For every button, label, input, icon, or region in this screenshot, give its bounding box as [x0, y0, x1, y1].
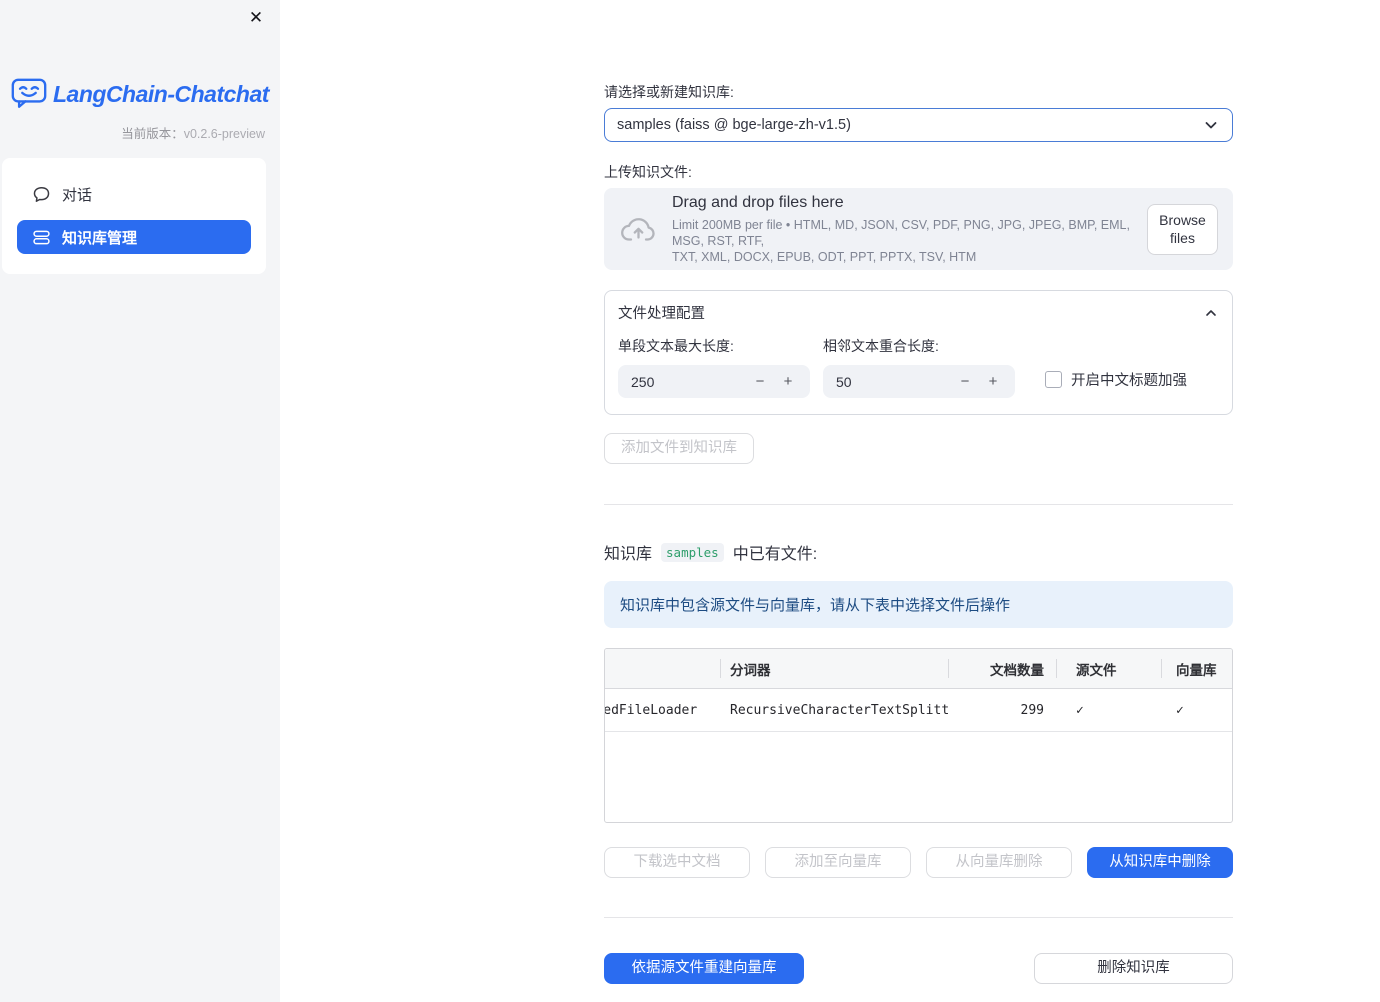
- zh-title-enhance-label[interactable]: 开启中文标题加强: [1071, 369, 1187, 390]
- max-length-increment-button[interactable]: +: [774, 368, 802, 396]
- chevron-down-icon: [1202, 116, 1220, 134]
- version-value: v0.2.6-preview: [183, 127, 265, 141]
- kb-files-heading: 知识库 samples 中已有文件:: [604, 540, 1233, 564]
- file-dropzone[interactable]: Drag and drop files here Limit 200MB per…: [604, 188, 1233, 270]
- sidebar-item-dialogue[interactable]: 对话: [17, 176, 251, 212]
- overlap-length-field: 相邻文本重合长度: 50 − +: [823, 336, 1015, 398]
- column-header-vector-store[interactable]: 向量库: [1161, 649, 1232, 688]
- max-length-field: 单段文本最大长度: 250 − +: [618, 336, 810, 398]
- download-selected-button[interactable]: 下载选中文档: [604, 847, 750, 878]
- upload-label: 上传知识文件:: [604, 164, 692, 180]
- version-info: 当前版本：v0.2.6-preview: [0, 123, 265, 142]
- expander-title: 文件处理配置: [618, 306, 705, 322]
- kb-manage-row: 依据源文件重建向量库 删除知识库: [604, 953, 1233, 984]
- column-header-source-file[interactable]: 源文件: [1056, 649, 1161, 688]
- dropzone-limit-line2: TXT, XML, DOCX, EPUB, ODT, PPT, PPTX, TS…: [672, 249, 977, 264]
- sidebar-item-knowledge-base[interactable]: 知识库管理: [17, 220, 251, 254]
- sidebar-menu: 对话 知识库管理: [2, 158, 266, 274]
- app-window: ✕ LangChain-Chatchat 当前版本：v0.2.6-preview: [0, 0, 1380, 1002]
- speech-bubble-icon: [33, 186, 50, 203]
- overlap-length-input[interactable]: 50 − +: [823, 365, 1015, 398]
- overlap-increment-button[interactable]: +: [979, 368, 1007, 396]
- kb-select-value: samples (faiss @ bge-large-zh-v1.5): [617, 117, 851, 133]
- divider: [604, 917, 1233, 918]
- info-alert: 知识库中包含源文件与向量库，请从下表中选择文件后操作: [604, 581, 1233, 628]
- max-length-input[interactable]: 250 − +: [618, 365, 810, 398]
- chat-bubble-smiley-icon: [11, 78, 47, 110]
- overlap-length-label: 相邻文本重合长度:: [823, 338, 939, 354]
- kb-files-table-inner: 文档加载器 分词器 文档数量 源文件 向量库 UnstructuredFileL…: [605, 649, 1232, 732]
- add-files-row: 添加文件到知识库: [604, 433, 1233, 464]
- sidebar-item-label: 对话: [62, 186, 93, 204]
- cell-source-file-check[interactable]: ✓: [1056, 689, 1161, 731]
- kb-files-heading-prefix: 知识库: [604, 546, 653, 563]
- file-config-expander: 文件处理配置 单段文本最大长度: 250 − + 相邻文本重合长度: 50 − …: [604, 290, 1233, 415]
- column-header-doc-count[interactable]: 文档数量: [948, 649, 1056, 688]
- table-row[interactable]: UnstructuredFileLoader RecursiveCharacte…: [605, 689, 1232, 732]
- delete-kb-button[interactable]: 删除知识库: [1034, 953, 1233, 984]
- cell-doc-count[interactable]: 299: [948, 689, 1056, 731]
- delete-from-vector-store-button[interactable]: 从向量库删除: [926, 847, 1072, 878]
- browse-files-button[interactable]: Browse files: [1147, 203, 1218, 255]
- dropzone-title: Drag and drop files here: [672, 193, 844, 211]
- cell-splitter[interactable]: RecursiveCharacterTextSplitter: [720, 689, 948, 731]
- max-length-value: 250: [631, 373, 655, 390]
- overlap-decrement-button[interactable]: −: [951, 368, 979, 396]
- rebuild-vector-store-button[interactable]: 依据源文件重建向量库: [604, 953, 804, 984]
- dropzone-limit-line1: Limit 200MB per file • HTML, MD, JSON, C…: [672, 217, 1130, 248]
- column-header-loader[interactable]: 文档加载器: [605, 649, 720, 688]
- dropzone-instructions: Drag and drop files here Limit 200MB per…: [672, 194, 1147, 265]
- file-config-body: 单段文本最大长度: 250 − + 相邻文本重合长度: 50 − + 开启中文标…: [605, 333, 1232, 398]
- kb-files-heading-suffix: 中已有文件:: [732, 546, 818, 563]
- cell-vector-store-check[interactable]: ✓: [1161, 689, 1232, 731]
- divider: [604, 504, 1233, 505]
- stacked-cards-icon: [33, 229, 50, 246]
- table-header-row: 文档加载器 分词器 文档数量 源文件 向量库: [605, 649, 1232, 689]
- zh-title-enhance-checkbox[interactable]: [1045, 371, 1062, 388]
- column-header-splitter[interactable]: 分词器: [720, 649, 948, 688]
- main-area: 请选择或新建知识库: samples (faiss @ bge-large-zh…: [280, 0, 1380, 1002]
- zh-title-enhance-option: 开启中文标题加强: [1045, 369, 1187, 390]
- close-sidebar-icon[interactable]: ✕: [244, 6, 268, 30]
- content-column: 请选择或新建知识库: samples (faiss @ bge-large-zh…: [604, 0, 1233, 984]
- version-label: 当前版本：: [121, 127, 184, 141]
- app-logo: LangChain-Chatchat: [11, 78, 280, 110]
- kb-name-code: samples: [661, 542, 724, 562]
- app-title: LangChain-Chatchat: [53, 80, 269, 107]
- kb-select-label: 请选择或新建知识库:: [604, 84, 734, 100]
- file-config-expander-header[interactable]: 文件处理配置: [605, 291, 1232, 333]
- chevron-up-icon: [1204, 306, 1218, 320]
- kb-select[interactable]: samples (faiss @ bge-large-zh-v1.5): [604, 108, 1233, 142]
- overlap-length-value: 50: [836, 373, 852, 390]
- cloud-upload-icon: [620, 214, 657, 244]
- file-actions-row: 下载选中文档 添加至向量库 从向量库删除 从知识库中删除: [604, 847, 1233, 878]
- max-length-label: 单段文本最大长度:: [618, 338, 734, 354]
- cell-loader[interactable]: UnstructuredFileLoader: [605, 689, 720, 731]
- kb-files-table[interactable]: 文档加载器 分词器 文档数量 源文件 向量库 UnstructuredFileL…: [604, 648, 1233, 823]
- max-length-decrement-button[interactable]: −: [746, 368, 774, 396]
- sidebar: ✕ LangChain-Chatchat 当前版本：v0.2.6-preview: [0, 0, 280, 1002]
- add-to-vector-store-button[interactable]: 添加至向量库: [765, 847, 911, 878]
- delete-from-kb-button[interactable]: 从知识库中删除: [1087, 847, 1233, 878]
- add-files-to-kb-button[interactable]: 添加文件到知识库: [604, 433, 754, 464]
- sidebar-item-label: 知识库管理: [62, 229, 138, 247]
